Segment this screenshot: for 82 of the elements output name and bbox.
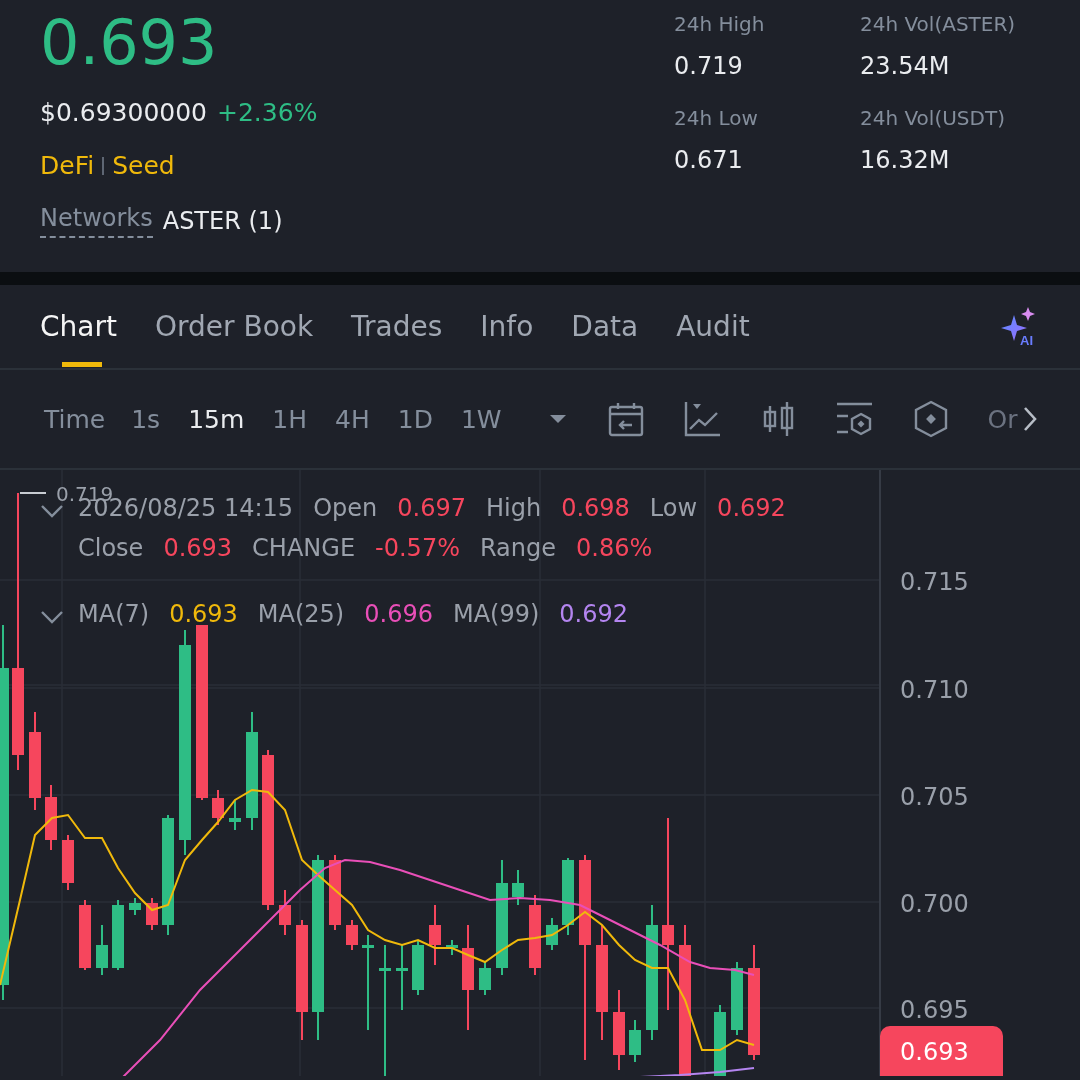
candlestick bbox=[446, 939, 458, 956]
ohlc-label: CHANGE bbox=[252, 533, 356, 564]
ohlc-label: Range bbox=[479, 533, 557, 564]
collapse-chevron-icon[interactable] bbox=[40, 504, 64, 518]
candlestick bbox=[129, 897, 141, 916]
ma-value: 0.693 bbox=[169, 599, 238, 630]
candlestick bbox=[512, 869, 524, 906]
ohlc-value: 0.693 bbox=[163, 533, 233, 564]
chevron-right-icon[interactable] bbox=[1023, 406, 1038, 432]
candlestick bbox=[346, 919, 358, 951]
ohlc-value: 0.698 bbox=[561, 493, 630, 524]
interval-option[interactable]: 1W bbox=[460, 404, 502, 434]
interval-option[interactable]: 15m bbox=[188, 404, 245, 434]
candlestick-icon[interactable] bbox=[761, 401, 796, 437]
interval-option[interactable]: 4H bbox=[335, 404, 370, 434]
candlestick bbox=[714, 1004, 726, 1076]
indicator-settings-icon[interactable] bbox=[835, 401, 874, 437]
candlestick bbox=[79, 899, 91, 971]
networks-value: ASTER (1) bbox=[162, 207, 283, 235]
ohlc-value: 0.697 bbox=[397, 493, 466, 524]
candlestick bbox=[546, 917, 558, 951]
price-change: +2.36% bbox=[217, 98, 318, 127]
stat-value: 16.32M bbox=[860, 146, 951, 174]
ma-label: MA(7) bbox=[78, 599, 150, 630]
line-chart-icon[interactable] bbox=[683, 401, 722, 437]
usd-price: $0.69300000 bbox=[40, 98, 207, 127]
candlestick bbox=[229, 799, 241, 831]
candlestick bbox=[146, 897, 158, 931]
ohlc-value: 0.86% bbox=[576, 533, 653, 564]
collapse-chevron-icon[interactable] bbox=[40, 610, 64, 624]
hexagon-icon[interactable] bbox=[913, 400, 948, 438]
interval-option[interactable]: 1s bbox=[131, 404, 161, 434]
ohlc-label: High bbox=[485, 493, 542, 524]
candlestick bbox=[62, 834, 74, 891]
current-price-tag: 0.693 bbox=[880, 1026, 1003, 1076]
more-tools-label[interactable]: Or bbox=[987, 404, 1018, 434]
ohlc-value: -0.57% bbox=[375, 533, 460, 564]
tab[interactable]: Info bbox=[480, 284, 534, 369]
last-price: 0.693 bbox=[40, 8, 219, 78]
category-tag[interactable]: Seed bbox=[112, 151, 175, 180]
price-axis-label: 0.715 bbox=[900, 568, 969, 596]
stat-label: 24h High bbox=[674, 12, 766, 36]
stat-label: 24h Vol(ASTER) bbox=[860, 12, 1017, 36]
price-axis-label: 0.700 bbox=[900, 890, 969, 918]
networks-label[interactable]: Networks bbox=[40, 204, 153, 238]
candlestick bbox=[212, 789, 224, 826]
tab[interactable]: Order Book bbox=[154, 284, 314, 369]
price-axis-label: 0.695 bbox=[900, 996, 969, 1024]
stat-label: 24h Vol(USDT) bbox=[860, 106, 1006, 130]
tab[interactable]: Data bbox=[571, 284, 639, 369]
ma-value: 0.696 bbox=[364, 599, 433, 630]
candlestick bbox=[629, 1019, 641, 1063]
price-axis-label: 0.710 bbox=[900, 676, 969, 704]
candlestick bbox=[96, 924, 108, 976]
tab[interactable]: Audit bbox=[676, 284, 750, 369]
tab[interactable]: Chart bbox=[40, 284, 117, 369]
tab[interactable]: Trades bbox=[351, 284, 443, 369]
ohlc-label: Close bbox=[78, 533, 144, 564]
ohlc-label: Low bbox=[649, 493, 698, 524]
stat-value: 0.671 bbox=[674, 146, 744, 174]
candlestick bbox=[396, 944, 408, 1011]
time-label: Time bbox=[44, 404, 106, 434]
candlestick bbox=[45, 784, 57, 851]
ma-value: 0.692 bbox=[559, 599, 629, 630]
candlestick bbox=[429, 904, 441, 966]
price-axis-label: 0.705 bbox=[900, 783, 969, 811]
candlestick bbox=[112, 899, 124, 971]
category-tag[interactable]: DeFi bbox=[40, 151, 95, 180]
ma-label: MA(99) bbox=[452, 599, 540, 630]
ohlc-label: Open bbox=[313, 493, 378, 524]
interval-option[interactable]: 1H bbox=[272, 404, 307, 434]
interval-option[interactable]: 1D bbox=[397, 404, 433, 434]
stat-value: 0.719 bbox=[674, 52, 744, 80]
stat-label: 24h Low bbox=[674, 106, 759, 130]
high-marker-line bbox=[19, 492, 47, 494]
candlestick bbox=[279, 889, 291, 936]
stat-value: 23.54M bbox=[860, 52, 951, 80]
candlestick bbox=[479, 961, 491, 996]
calendar-icon[interactable] bbox=[607, 401, 644, 437]
ma-label: MA(25) bbox=[257, 599, 345, 630]
ohlc-value: 0.692 bbox=[717, 493, 786, 524]
candlestick bbox=[412, 939, 424, 996]
